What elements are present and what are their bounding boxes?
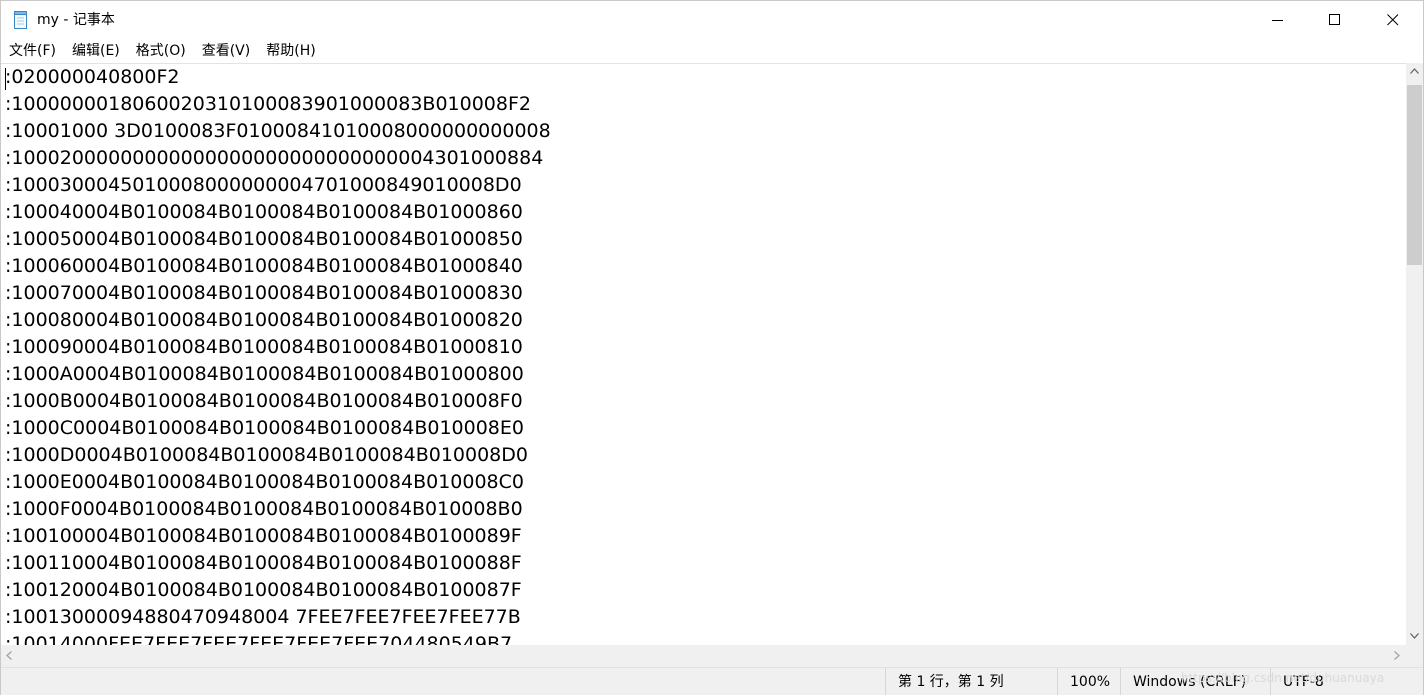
scrollbar-corner (1406, 645, 1423, 667)
minimize-button[interactable] (1249, 1, 1307, 39)
text-caret (5, 68, 6, 90)
chevron-down-icon (1410, 633, 1419, 639)
close-button[interactable] (1364, 1, 1422, 39)
notepad-window: my - 记事本 文件(F) 编辑(E) 格式(O) 查看(V) 帮助(H) :… (0, 0, 1424, 695)
text-line: :100120004B0100084B0100084B0100084B01000… (5, 579, 522, 601)
text-line: :100090004B0100084B0100084B0100084B01000… (5, 336, 523, 358)
text-line: :100110004B0100084B0100084B0100084B01000… (5, 552, 522, 574)
text-line: :1000D0004B0100084B0100084B0100084B01000… (5, 444, 528, 466)
text-editor[interactable]: :020000040800F2 :10000000180600203101000… (1, 63, 1406, 645)
zoom-level: 100% (1057, 668, 1120, 695)
text-line: :10001000 3D0100083F01000841010008000000… (5, 120, 551, 142)
text-line: :100060004B0100084B0100084B0100084B01000… (5, 255, 523, 277)
close-icon (1387, 14, 1399, 26)
maximize-icon (1329, 14, 1340, 25)
scrollbar-thumb[interactable] (1407, 85, 1422, 265)
window-title: my - 记事本 (37, 12, 115, 28)
text-line: :1000000018060020310100083901000083B0100… (5, 93, 531, 115)
text-line: :100030004501000800000000470100084901000… (5, 174, 522, 196)
horizontal-scrollbar[interactable] (1, 645, 1406, 667)
watermark-text: https://blog.csdn.net/duhuanuaya (1181, 671, 1385, 685)
text-line: :100040004B0100084B0100084B0100084B01000… (5, 201, 523, 223)
text-line: :10013000094880470948004 7FEE7FEE7FEE7FE… (5, 606, 521, 628)
maximize-button[interactable] (1306, 1, 1364, 39)
text-line: :1000F0004B0100084B0100084B0100084B01000… (5, 498, 523, 520)
notepad-icon (13, 11, 29, 29)
menu-file[interactable]: 文件(F) (1, 39, 64, 63)
menu-format[interactable]: 格式(O) (128, 39, 194, 63)
title-bar[interactable]: my - 记事本 (1, 1, 1423, 39)
text-line: :1000A0004B0100084B0100084B0100084B01000… (5, 363, 524, 385)
text-line: :100020000000000000000000000000000043010… (5, 147, 544, 169)
text-line: :100050004B0100084B0100084B0100084B01000… (5, 228, 523, 250)
minimize-icon (1272, 20, 1283, 21)
text-line: :10014000FEE7FEE7FEE7FEE7FEE7FEE70448054… (5, 633, 513, 645)
scroll-up-button[interactable] (1406, 63, 1423, 80)
menu-edit[interactable]: 编辑(E) (64, 39, 128, 63)
chevron-right-icon (1394, 651, 1400, 660)
scroll-down-button[interactable] (1406, 628, 1423, 645)
chevron-left-icon (6, 651, 12, 660)
menu-view[interactable]: 查看(V) (194, 39, 259, 63)
menu-bar: 文件(F) 编辑(E) 格式(O) 查看(V) 帮助(H) (1, 39, 1423, 63)
scroll-right-button[interactable] (1389, 645, 1406, 667)
scroll-left-button[interactable] (1, 645, 18, 667)
text-line: :1000C0004B0100084B0100084B0100084B01000… (5, 417, 524, 439)
text-line: :100070004B0100084B0100084B0100084B01000… (5, 282, 523, 304)
text-line: :100080004B0100084B0100084B0100084B01000… (5, 309, 523, 331)
text-line: :020000040800F2 (5, 66, 180, 88)
text-line: :1000B0004B0100084B0100084B0100084B01000… (5, 390, 523, 412)
chevron-up-icon (1410, 68, 1419, 74)
menu-help[interactable]: 帮助(H) (258, 39, 323, 63)
text-line: :100100004B0100084B0100084B0100084B01000… (5, 525, 522, 547)
vertical-scrollbar[interactable] (1406, 63, 1423, 645)
text-line: :1000E0004B0100084B0100084B0100084B01000… (5, 471, 524, 493)
cursor-position: 第 1 行，第 1 列 (885, 668, 1057, 695)
